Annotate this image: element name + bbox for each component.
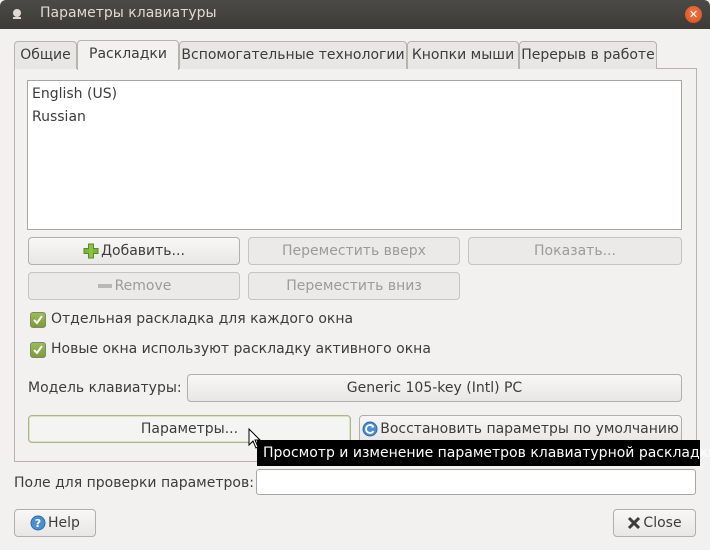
separate-layout-checkbox[interactable] <box>30 312 46 328</box>
window-close-button[interactable]: ✕ <box>685 6 702 23</box>
mouse-pointer-icon <box>248 428 262 449</box>
help-label: Help <box>48 515 80 531</box>
close-label: Close <box>643 515 682 531</box>
keyboard-model-value: Generic 105-key (Intl) PC <box>346 380 523 396</box>
show-layout-label: Показать... <box>534 243 616 259</box>
window-title: Параметры клавиатуры <box>40 5 217 21</box>
test-field-input[interactable] <box>256 469 696 495</box>
checkmark-icon <box>33 315 43 325</box>
tab-accessibility[interactable]: Вспомогательные технологии <box>179 41 407 69</box>
options-tooltip: Просмотр и изменение параметров клавиату… <box>257 440 710 466</box>
layouts-list[interactable]: English (US) Russian <box>27 80 682 230</box>
separate-layout-label: Отдельная раскладка для каждого окна <box>51 311 354 327</box>
reset-defaults-button[interactable]: Восстановить параметры по умолчанию <box>359 415 682 443</box>
test-field-label: Поле для проверки параметров: <box>14 475 254 491</box>
close-button[interactable]: Close <box>613 509 696 537</box>
checkmark-icon <box>33 345 43 355</box>
options-button[interactable]: Параметры... <box>28 415 351 443</box>
show-layout-button[interactable]: Показать... <box>468 237 682 265</box>
reset-defaults-label: Восстановить параметры по умолчанию <box>380 421 679 437</box>
close-x-icon <box>628 516 641 530</box>
minus-icon <box>97 284 112 288</box>
add-layout-label: Добавить... <box>101 243 185 259</box>
keyboard-model-label: Модель клавиатуры: <box>28 380 182 396</box>
tab-mouse-keys[interactable]: Кнопки мыши <box>407 41 519 69</box>
move-down-label: Переместить вниз <box>286 278 422 294</box>
refresh-icon <box>362 421 378 437</box>
tab-layouts[interactable]: Раскладки <box>77 40 179 70</box>
remove-layout-label: Remove <box>114 278 172 294</box>
list-item[interactable]: Russian <box>32 109 86 125</box>
new-windows-layout-label: Новые окна используют раскладку активног… <box>51 341 431 357</box>
title-bar: Параметры клавиатуры ✕ <box>0 0 710 29</box>
move-up-label: Переместить вверх <box>282 243 426 259</box>
plus-icon <box>83 243 99 259</box>
new-windows-layout-checkbox[interactable] <box>30 342 46 358</box>
tab-typing-break[interactable]: Перерыв в работе <box>519 41 657 69</box>
add-layout-button[interactable]: Добавить... <box>28 237 240 265</box>
svg-text:?: ? <box>35 517 41 530</box>
move-down-button[interactable]: Переместить вниз <box>248 272 460 300</box>
help-button[interactable]: ? Help <box>14 509 96 537</box>
move-up-button[interactable]: Переместить вверх <box>248 237 460 265</box>
keyboard-app-icon <box>13 9 21 19</box>
keyboard-model-button[interactable]: Generic 105-key (Intl) PC <box>187 374 682 402</box>
list-item[interactable]: English (US) <box>32 86 117 102</box>
close-icon: ✕ <box>688 8 699 21</box>
options-label: Параметры... <box>140 421 239 437</box>
remove-layout-button[interactable]: Remove <box>28 272 240 300</box>
tab-general[interactable]: Общие <box>14 41 77 69</box>
help-icon: ? <box>30 515 46 531</box>
